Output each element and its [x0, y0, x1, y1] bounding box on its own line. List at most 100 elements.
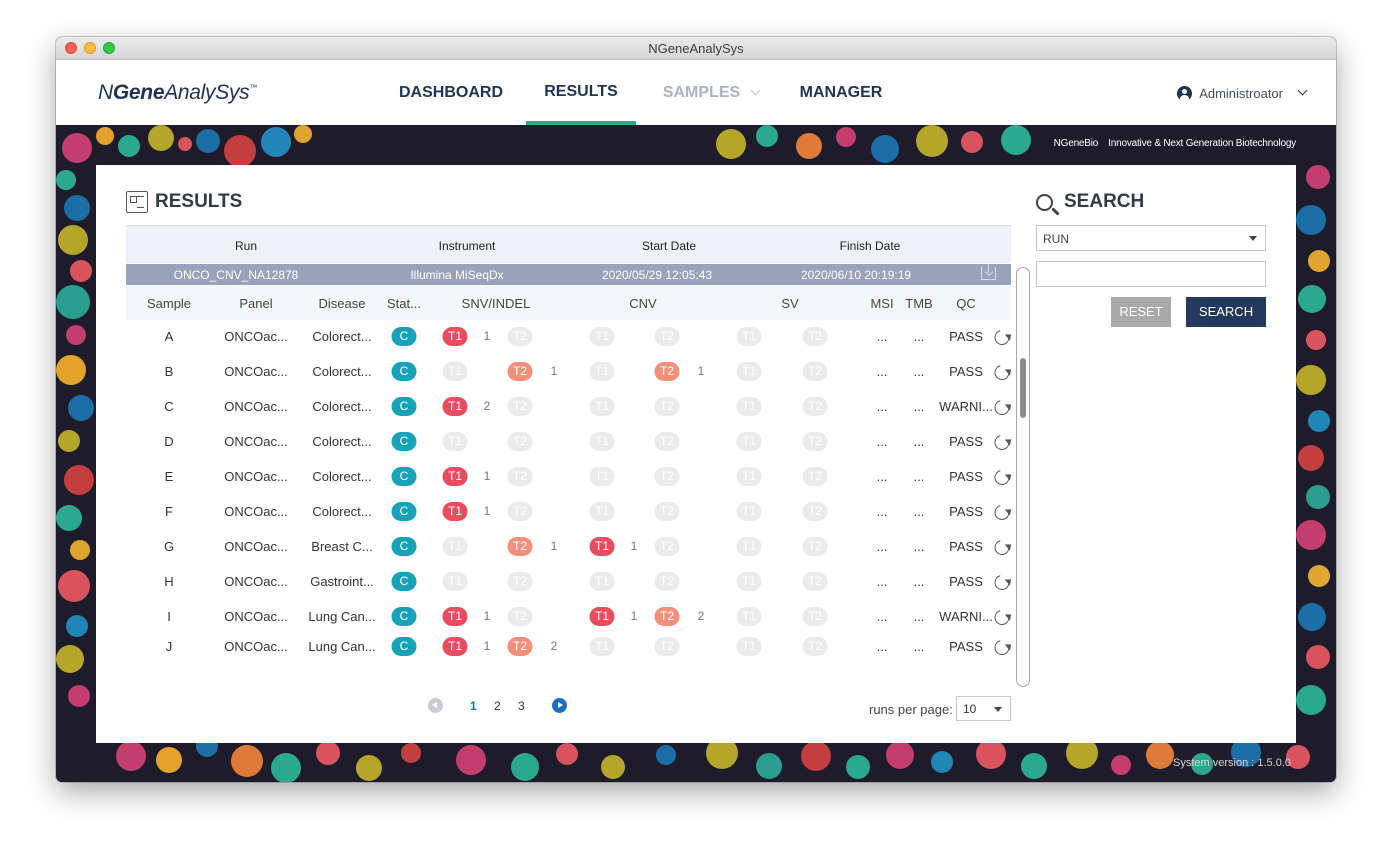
cnv-tier1-badge[interactable]: T1	[589, 572, 615, 591]
col-cnv[interactable]: CNV	[629, 296, 656, 311]
cnv-tier2-badge[interactable]: T2	[654, 397, 680, 416]
status-badge[interactable]: C	[391, 327, 417, 346]
cnv-tier1-badge[interactable]: T1	[589, 432, 615, 451]
refresh-icon[interactable]	[991, 467, 1013, 488]
cnv-tier2-badge[interactable]: T2	[654, 607, 680, 626]
sv-tier1-badge[interactable]: T1	[736, 637, 762, 656]
col-qc[interactable]: QC	[956, 296, 976, 311]
cnv-tier1-badge[interactable]: T1	[589, 327, 615, 346]
nav-results[interactable]: RESULTS	[526, 60, 636, 125]
refresh-icon[interactable]	[991, 327, 1013, 348]
cnv-tier2-badge[interactable]: T2	[654, 637, 680, 656]
col-status[interactable]: Stat...	[387, 296, 421, 311]
cnv-tier1-badge[interactable]: T1	[589, 502, 615, 521]
search-button[interactable]: SEARCH	[1186, 297, 1266, 327]
sv-tier1-badge[interactable]: T1	[736, 502, 762, 521]
refresh-icon[interactable]	[991, 502, 1013, 523]
table-scrollbar[interactable]	[1016, 267, 1030, 687]
snv-tier2-badge[interactable]: T2	[507, 572, 533, 591]
cnv-tier1-badge[interactable]: T1	[589, 467, 615, 486]
sv-tier2-badge[interactable]: T2	[802, 397, 828, 416]
status-badge[interactable]: C	[391, 572, 417, 591]
snv-tier1-badge[interactable]: T1	[442, 537, 468, 556]
cnv-tier1-badge[interactable]: T1	[589, 637, 615, 656]
snv-tier1-badge[interactable]: T1	[442, 397, 468, 416]
refresh-icon[interactable]	[991, 637, 1013, 658]
snv-tier2-badge[interactable]: T2	[507, 327, 533, 346]
status-badge[interactable]: C	[391, 637, 417, 656]
sv-tier2-badge[interactable]: T2	[802, 432, 828, 451]
col-tmb[interactable]: TMB	[905, 296, 932, 311]
sv-tier2-badge[interactable]: T2	[802, 502, 828, 521]
table-row[interactable]: B ONCOac... Colorect... C T1 T2 1 T1 T2 1 T1 T2....…	[126, 357, 1013, 387]
nav-samples[interactable]: SAMPLES	[656, 60, 766, 125]
sv-tier2-badge[interactable]: T2	[802, 572, 828, 591]
cnv-tier1-badge[interactable]: T1	[589, 537, 615, 556]
snv-tier1-badge[interactable]: T1	[442, 572, 468, 591]
status-badge[interactable]: C	[391, 537, 417, 556]
snv-tier2-badge[interactable]: T2	[507, 537, 533, 556]
status-badge[interactable]: C	[391, 502, 417, 521]
sv-tier2-badge[interactable]: T2	[802, 607, 828, 626]
table-row[interactable]: F ONCOac... Colorect... C T1 1 T2 T1 T2 T1 T2.....…	[126, 497, 1013, 527]
table-row[interactable]: A ONCOac... Colorect... C T1 1 T2 T1 T2 T1 T2.....…	[126, 322, 1013, 352]
refresh-icon[interactable]	[991, 537, 1013, 558]
run-row[interactable]: ONCO_CNV_NA12878 Illumina MiSeqDx 2020/0…	[126, 264, 1011, 285]
sv-tier1-badge[interactable]: T1	[736, 432, 762, 451]
search-input[interactable]	[1036, 261, 1266, 287]
snv-tier1-badge[interactable]: T1	[442, 432, 468, 451]
snv-tier2-badge[interactable]: T2	[507, 362, 533, 381]
cnv-tier2-badge[interactable]: T2	[654, 537, 680, 556]
table-row[interactable]: C ONCOac... Colorect... C T1 2 T2 T1 T2 T1 T2.....…	[126, 392, 1013, 422]
col-sv[interactable]: SV	[781, 296, 798, 311]
table-row[interactable]: D ONCOac... Colorect... C T1 T2 T1 T2 T1 T2......…	[126, 427, 1013, 457]
col-instrument[interactable]: Instrument	[439, 239, 496, 253]
snv-tier2-badge[interactable]: T2	[507, 397, 533, 416]
cnv-tier1-badge[interactable]: T1	[589, 607, 615, 626]
zoom-window-button[interactable]	[103, 42, 115, 54]
sv-tier1-badge[interactable]: T1	[736, 572, 762, 591]
refresh-icon[interactable]	[991, 607, 1013, 628]
sv-tier2-badge[interactable]: T2	[802, 467, 828, 486]
status-badge[interactable]: C	[391, 397, 417, 416]
sv-tier1-badge[interactable]: T1	[736, 467, 762, 486]
snv-tier2-badge[interactable]: T2	[507, 637, 533, 656]
runs-per-page-select[interactable]: 10	[956, 696, 1011, 721]
table-row[interactable]: E ONCOac... Colorect... C T1 1 T2 T1 T2 T1 T2.....…	[126, 462, 1013, 492]
table-row[interactable]: G ONCOac... Breast C... C T1 T2 1 T1 1 T2 T1 T2....…	[126, 532, 1013, 562]
col-panel[interactable]: Panel	[239, 296, 272, 311]
app-logo[interactable]: NGeneAnalySys™	[98, 81, 257, 105]
table-row[interactable]: J ONCOac... Lung Can... C T1 1 T2 2 T1 T2 T1 T2....…	[126, 632, 1013, 662]
status-badge[interactable]: C	[391, 432, 417, 451]
user-menu[interactable]: Administroator	[1177, 85, 1308, 101]
col-run[interactable]: Run	[235, 239, 257, 253]
refresh-icon[interactable]	[991, 572, 1013, 593]
snv-tier1-badge[interactable]: T1	[442, 467, 468, 486]
cnv-tier1-badge[interactable]: T1	[589, 362, 615, 381]
close-window-button[interactable]	[65, 42, 77, 54]
table-row[interactable]: H ONCOac... Gastroint... C T1 T2 T1 T2 T1 T2.....…	[126, 567, 1013, 597]
sv-tier1-badge[interactable]: T1	[736, 362, 762, 381]
reset-button[interactable]: RESET	[1111, 297, 1171, 327]
nav-manager[interactable]: MANAGER	[786, 60, 896, 125]
snv-tier2-badge[interactable]: T2	[507, 467, 533, 486]
cnv-tier2-badge[interactable]: T2	[654, 327, 680, 346]
snv-tier2-badge[interactable]: T2	[507, 432, 533, 451]
snv-tier1-badge[interactable]: T1	[442, 637, 468, 656]
status-badge[interactable]: C	[391, 467, 417, 486]
col-sample[interactable]: Sample	[147, 296, 191, 311]
table-row[interactable]: I ONCOac... Lung Can... C T1 1 T2 T1 1 T2 2 T1 T2...…	[126, 602, 1013, 632]
page-1-link[interactable]: 1	[470, 699, 477, 713]
refresh-icon[interactable]	[991, 362, 1013, 383]
snv-tier2-badge[interactable]: T2	[507, 502, 533, 521]
cnv-tier2-badge[interactable]: T2	[654, 572, 680, 591]
refresh-icon[interactable]	[991, 397, 1013, 418]
cnv-tier2-badge[interactable]: T2	[654, 502, 680, 521]
refresh-icon[interactable]	[991, 432, 1013, 453]
cnv-tier2-badge[interactable]: T2	[654, 432, 680, 451]
scrollbar-thumb[interactable]	[1020, 358, 1026, 418]
cnv-tier2-badge[interactable]: T2	[654, 362, 680, 381]
col-start-date[interactable]: Start Date	[642, 239, 696, 253]
sv-tier1-badge[interactable]: T1	[736, 327, 762, 346]
col-finish-date[interactable]: Finish Date	[840, 239, 901, 253]
